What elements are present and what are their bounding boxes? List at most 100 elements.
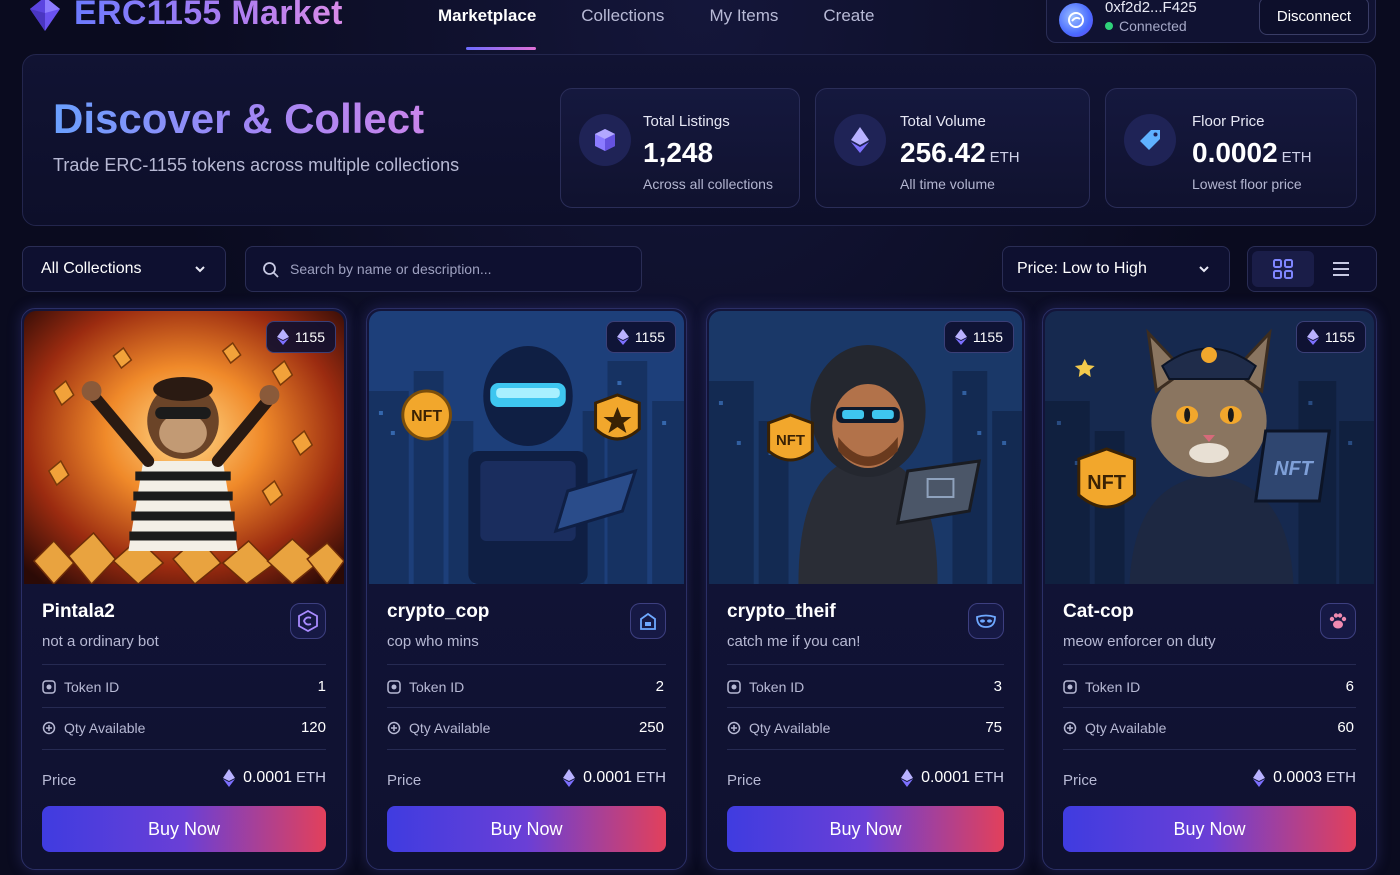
chevron-down-icon	[1199, 266, 1209, 273]
buy-now-button[interactable]: Buy Now	[42, 806, 326, 852]
stat-footnote: Across all collections	[643, 176, 773, 192]
svg-text:NFT: NFT	[1087, 472, 1126, 494]
nft-name: crypto_cop	[387, 601, 490, 622]
nav-marketplace[interactable]: Marketplace	[438, 6, 537, 50]
collection-badge[interactable]	[1320, 603, 1356, 639]
stat-value: 0.0002 ETH	[1192, 137, 1312, 169]
hero-title: Discover & Collect	[53, 95, 425, 142]
price-amount: 0.0001	[921, 769, 970, 786]
wallet-status: Connected	[1105, 18, 1187, 34]
buy-now-button[interactable]: Buy Now	[727, 806, 1004, 852]
chevron-down-icon	[195, 266, 205, 273]
ethereum-icon	[901, 769, 914, 787]
svg-text:NFT: NFT	[776, 432, 805, 449]
nft-card[interactable]: 1155 Pintala2 not a ordinary bot Token I…	[21, 308, 347, 870]
price-value: 0.0001 ETH	[901, 769, 1004, 787]
disconnect-button[interactable]: Disconnect	[1259, 0, 1369, 35]
price-label: Price	[727, 772, 762, 789]
ethereum-icon	[223, 769, 236, 787]
collection-badge[interactable]	[630, 603, 666, 639]
price-label: Price	[387, 772, 422, 789]
stat-number: 0.0002	[1192, 137, 1278, 168]
view-toggle	[1247, 246, 1377, 292]
qty-label: Qty Available	[1085, 720, 1167, 736]
stack-icon	[1063, 721, 1077, 735]
stat-unit: ETH	[1281, 149, 1312, 166]
divider	[1063, 664, 1356, 665]
nav-collections[interactable]: Collections	[581, 6, 664, 50]
qty-row: Qty Available	[1063, 720, 1166, 736]
price-amount: 0.0001	[243, 769, 292, 786]
buy-now-button[interactable]: Buy Now	[387, 806, 666, 852]
ethereum-icon	[834, 114, 886, 166]
search-box	[245, 246, 642, 292]
cube-icon	[579, 114, 631, 166]
nft-card[interactable]: NFT 1155 crypto_cop cop who mins Token I…	[366, 308, 687, 870]
wallet-status-text: Connected	[1119, 18, 1187, 34]
qty-row: Qty Available	[727, 720, 830, 736]
collection-badge[interactable]	[968, 603, 1004, 639]
qty-value: 250	[638, 719, 664, 736]
price-value: 0.0003 ETH	[1253, 769, 1356, 787]
price-value: 0.0001 ETH	[563, 769, 666, 787]
divider	[727, 749, 1004, 750]
search-input[interactable]	[290, 247, 630, 291]
stat-floor-price: Floor Price 0.0002 ETH Lowest floor price	[1105, 88, 1357, 208]
qty-row: Qty Available	[387, 720, 490, 736]
stack-icon	[387, 721, 401, 735]
badge-label: 1155	[294, 329, 325, 345]
stat-total-volume: Total Volume 256.42 ETH All time volume	[815, 88, 1090, 208]
qty-label: Qty Available	[64, 720, 146, 736]
wallet-panel: 0xf2d2...F425 Connected Disconnect	[1046, 0, 1376, 43]
token-id-value: 3	[993, 678, 1002, 695]
qty-row: Qty Available	[42, 720, 145, 736]
divider	[727, 707, 1004, 708]
list-view-button[interactable]	[1310, 251, 1372, 287]
stat-value: 256.42 ETH	[900, 137, 1020, 169]
sort-select[interactable]: Price: Low to High	[1002, 246, 1230, 292]
divider	[727, 664, 1004, 665]
stack-icon	[727, 721, 741, 735]
collection-select[interactable]: All Collections	[22, 246, 226, 292]
qty-label: Qty Available	[749, 720, 831, 736]
nft-description: catch me if you can!	[727, 633, 861, 650]
app-logo[interactable]: ERC1155 Market	[28, 0, 343, 33]
token-id-row: Token ID	[387, 679, 464, 695]
grid-icon	[1273, 259, 1293, 279]
token-id-label: Token ID	[64, 679, 120, 695]
price-unit: ETH	[974, 769, 1004, 786]
paw-icon	[1329, 613, 1347, 629]
token-id-label: Token ID	[409, 679, 465, 695]
price-label: Price	[1063, 772, 1098, 789]
wallet-avatar[interactable]	[1059, 3, 1093, 37]
nft-name: Pintala2	[42, 601, 115, 622]
hexagon-logo-icon	[298, 610, 318, 632]
stat-value: 1,248	[643, 137, 713, 169]
buy-now-button[interactable]: Buy Now	[1063, 806, 1356, 852]
nft-card[interactable]: NFT NFT 1155 Cat-cop meow enforcer on du…	[1042, 308, 1377, 870]
nft-description: cop who mins	[387, 633, 479, 650]
divider	[42, 707, 326, 708]
divider	[42, 664, 326, 665]
nav-my-items[interactable]: My Items	[709, 6, 778, 50]
hero-banner: Discover & Collect Trade ERC-1155 tokens…	[22, 54, 1376, 226]
sort-select-value: Price: Low to High	[1017, 260, 1147, 277]
stat-number: 256.42	[900, 137, 986, 168]
token-id-value: 1	[317, 678, 326, 695]
ethereum-icon	[1253, 769, 1266, 787]
badge-label: 1155	[972, 329, 1003, 345]
status-dot-icon	[1105, 22, 1113, 30]
token-id-label: Token ID	[749, 679, 805, 695]
nav-create[interactable]: Create	[823, 6, 874, 50]
app-title: ERC1155 Market	[74, 0, 343, 33]
price-amount: 0.0003	[1273, 769, 1322, 786]
nft-name: crypto_theif	[727, 601, 836, 622]
stat-label: Total Volume	[900, 113, 986, 130]
ethereum-icon	[954, 329, 967, 345]
qty-value: 60	[1337, 719, 1354, 736]
nft-card[interactable]: NFT 1155 crypto_theif catch me if you ca…	[706, 308, 1025, 870]
search-icon	[263, 262, 279, 278]
grid-view-button[interactable]	[1252, 251, 1314, 287]
price-unit: ETH	[296, 769, 326, 786]
collection-badge[interactable]	[290, 603, 326, 639]
